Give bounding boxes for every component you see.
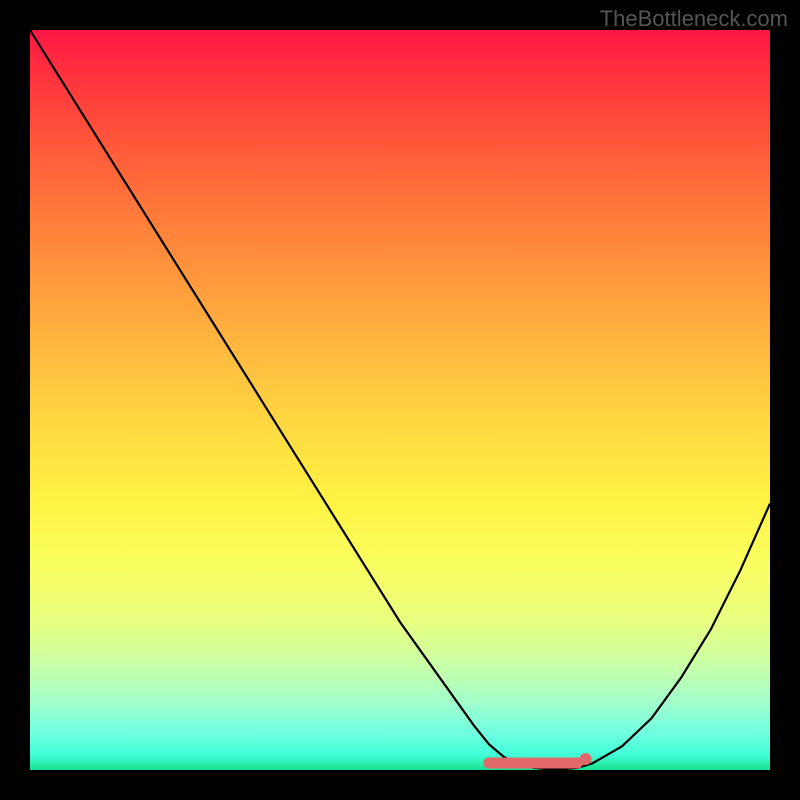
optimal-point-marker [580,753,592,765]
bottleneck-curve-path [30,30,770,769]
chart-container: TheBottleneck.com [0,0,800,800]
curve-svg [30,30,770,770]
plot-area [30,30,770,770]
watermark-text: TheBottleneck.com [600,6,788,32]
